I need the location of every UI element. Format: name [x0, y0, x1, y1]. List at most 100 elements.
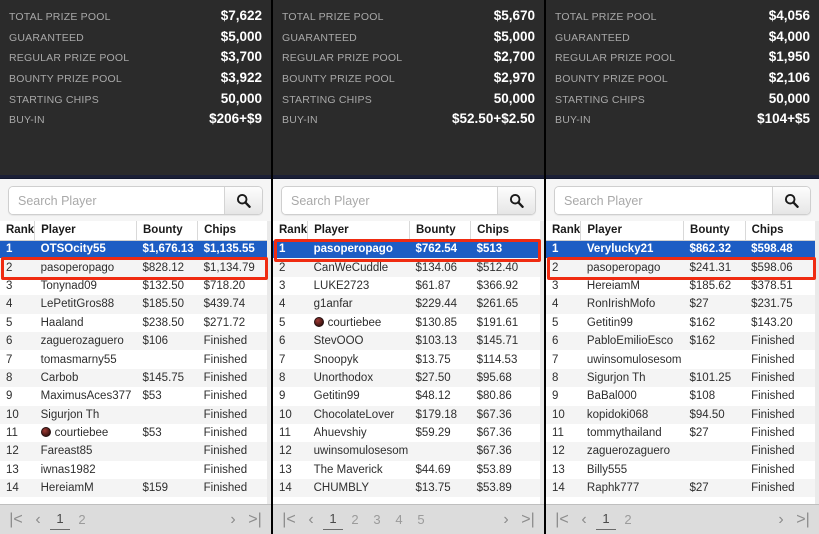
- table-row[interactable]: 13 Billy555 Finished: [546, 460, 819, 480]
- search-icon-button[interactable]: [224, 187, 262, 214]
- table-row[interactable]: 11 Ahuevshiy $59.29 $67.36: [273, 423, 544, 443]
- table-row[interactable]: 7 uwinsomulosesom Finished: [546, 350, 819, 369]
- table-row[interactable]: 13 The Maverick $44.69 $53.89: [273, 460, 544, 480]
- table-row[interactable]: 3 Tonynad09 $132.50 $718.20: [0, 276, 271, 296]
- table-row[interactable]: 14 CHUMBLY $13.75 $53.89: [273, 479, 544, 498]
- column-header-player[interactable]: Player: [34, 221, 137, 241]
- table-row[interactable]: 2 CanWeCuddle $134.06 $512.40: [273, 258, 544, 277]
- table-row[interactable]: 6 PabloEmilioEsco $162 Finished: [546, 331, 819, 351]
- player-table-scroll[interactable]: Rank Player Bounty Chips 1 Verylucky21 $862.32…: [546, 221, 819, 504]
- column-header-player[interactable]: Player: [580, 221, 685, 241]
- table-row[interactable]: 8 Unorthodox $27.50 $95.68: [273, 368, 544, 388]
- table-row[interactable]: 10 kopidoki068 $94.50 Finished: [546, 405, 819, 424]
- pagination-page-3[interactable]: 3: [367, 506, 387, 534]
- table-row[interactable]: 14 HereiamM $159 Finished: [0, 479, 271, 498]
- table-row[interactable]: 5 Haaland $238.50 $271.72: [0, 313, 271, 332]
- table-scrollbar[interactable]: [267, 221, 271, 504]
- pagination-page-5[interactable]: 5: [411, 506, 431, 534]
- search-input[interactable]: [282, 187, 497, 214]
- info-row-total-prize-pool-value: $4,056: [768, 8, 810, 23]
- pagination-first-button[interactable]: |<: [552, 506, 572, 534]
- search-bar: [8, 186, 263, 215]
- table-row[interactable]: 1 pasoperopago $762.54 $513: [273, 240, 544, 259]
- player-table-scroll[interactable]: Rank Player Bounty Chips 1 pasoperopago $762.5…: [273, 221, 544, 504]
- info-row-bounty-prize-pool-label: BOUNTY PRIZE POOL: [282, 73, 395, 86]
- pagination-page-1[interactable]: 1: [596, 509, 616, 530]
- pagination-page-2[interactable]: 2: [618, 506, 638, 534]
- column-header-chips[interactable]: Chips: [745, 221, 819, 241]
- table-row[interactable]: 13 iwnas1982 Finished: [0, 460, 271, 480]
- column-header-rank[interactable]: Rank: [546, 221, 582, 241]
- pagination-page-4[interactable]: 4: [389, 506, 409, 534]
- search-input[interactable]: [9, 187, 224, 214]
- cell-rank: 2: [546, 258, 581, 277]
- table-row[interactable]: 4 LePetitGros88 $185.50 $439.74: [0, 295, 271, 314]
- table-row[interactable]: 3 LUKE2723 $61.87 $366.92: [273, 276, 544, 296]
- pagination-page-1[interactable]: 1: [50, 509, 70, 530]
- column-header-chips[interactable]: Chips: [470, 221, 544, 241]
- table-scrollbar[interactable]: [815, 221, 819, 504]
- table-row[interactable]: 5 Getitin99 $162 $143.20: [546, 313, 819, 332]
- info-row-total-prize-pool-label: TOTAL PRIZE POOL: [9, 11, 111, 23]
- table-row[interactable]: 9 Getitin99 $48.12 $80.86: [273, 387, 544, 406]
- table-row[interactable]: 12 uwinsomulosesom $67.36: [273, 442, 544, 461]
- table-row[interactable]: 6 zaguerozaguero $106 Finished: [0, 331, 271, 351]
- table-row[interactable]: 5 courtiebee $130.85 $191.61: [273, 313, 544, 332]
- pagination-page-2[interactable]: 2: [72, 506, 92, 534]
- table-row[interactable]: 8 Carbob $145.75 Finished: [0, 368, 271, 388]
- table-row[interactable]: 8 Sigurjon Th $101.25 Finished: [546, 368, 819, 388]
- table-row[interactable]: 1 OTSOcity55 $1,676.13 $1,135.55: [0, 240, 271, 259]
- info-row-starting-chips: STARTING CHIPS 50,000: [282, 89, 535, 110]
- table-row[interactable]: 6 StevOOO $103.13 $145.71: [273, 331, 544, 351]
- pagination-prev-button[interactable]: ‹: [301, 506, 321, 534]
- table-row[interactable]: 9 BaBal000 $108 Finished: [546, 387, 819, 406]
- pagination-next-button[interactable]: ›: [771, 506, 791, 534]
- table-row[interactable]: 4 g1anfar $229.44 $261.65: [273, 295, 544, 314]
- player-table-scroll[interactable]: Rank Player Bounty Chips 1 OTSOcity55 $1,676.1…: [0, 221, 271, 504]
- table-row[interactable]: 10 Sigurjon Th Finished: [0, 405, 271, 424]
- column-header-rank[interactable]: Rank: [0, 221, 36, 241]
- column-header-bounty[interactable]: Bounty: [683, 221, 746, 241]
- column-header-bounty[interactable]: Bounty: [409, 221, 472, 241]
- cell-rank: 4: [273, 295, 308, 314]
- pagination-last-button[interactable]: >|: [793, 506, 813, 534]
- info-row-starting-chips-label: STARTING CHIPS: [555, 93, 645, 106]
- column-header-rank[interactable]: Rank: [273, 221, 309, 241]
- pagination-page-2[interactable]: 2: [345, 506, 365, 534]
- table-scrollbar[interactable]: [540, 221, 544, 504]
- search-input[interactable]: [555, 187, 772, 214]
- column-header-chips[interactable]: Chips: [197, 221, 271, 241]
- info-row-guaranteed: GUARANTEED $4,000: [555, 27, 810, 48]
- pagination-page-1[interactable]: 1: [323, 509, 343, 530]
- table-row[interactable]: 2 pasoperopago $241.31 $598.06: [546, 258, 819, 277]
- table-row[interactable]: 2 pasoperopago $828.12 $1,134.79: [0, 258, 271, 277]
- pagination-next-button[interactable]: ›: [223, 506, 243, 534]
- cell-bounty: $106: [136, 331, 198, 351]
- pagination-first-button[interactable]: |<: [279, 506, 299, 534]
- pagination-next-button[interactable]: ›: [496, 506, 516, 534]
- table-row[interactable]: 7 tomasmarny55 Finished: [0, 350, 271, 369]
- table-row[interactable]: 1 Verylucky21 $862.32 $598.48: [546, 240, 819, 259]
- table-row[interactable]: 12 zaguerozaguero Finished: [546, 442, 819, 461]
- table-row[interactable]: 14 Raphk777 $27 Finished: [546, 479, 819, 498]
- table-row[interactable]: 11 tommythailand $27 Finished: [546, 423, 819, 443]
- table-row[interactable]: 12 Fareast85 Finished: [0, 442, 271, 461]
- table-row[interactable]: 10 ChocolateLover $179.18 $67.36: [273, 405, 544, 424]
- tournament-info-block: TOTAL PRIZE POOL $5,670 GUARANTEED $5,000 RE…: [273, 0, 544, 178]
- table-row[interactable]: 3 HereiamM $185.62 $378.51: [546, 276, 819, 296]
- column-header-player[interactable]: Player: [307, 221, 410, 241]
- cell-rank: 2: [0, 258, 35, 277]
- column-header-bounty[interactable]: Bounty: [136, 221, 199, 241]
- search-icon-button[interactable]: [772, 187, 810, 214]
- table-row[interactable]: 4 RonIrishMofo $27 $231.75: [546, 295, 819, 314]
- table-row[interactable]: 11 courtiebee $53 Finished: [0, 423, 271, 443]
- pagination-last-button[interactable]: >|: [245, 506, 265, 534]
- pagination-prev-button[interactable]: ‹: [574, 506, 594, 534]
- table-row[interactable]: 7 Snoopyk $13.75 $114.53: [273, 350, 544, 369]
- pagination-first-button[interactable]: |<: [6, 506, 26, 534]
- pagination-last-button[interactable]: >|: [518, 506, 538, 534]
- pagination-prev-button[interactable]: ‹: [28, 506, 48, 534]
- table-row[interactable]: 9 MaximusAces377 $53 Finished: [0, 387, 271, 406]
- cell-bounty: $101.25: [683, 368, 746, 388]
- search-icon-button[interactable]: [497, 187, 535, 214]
